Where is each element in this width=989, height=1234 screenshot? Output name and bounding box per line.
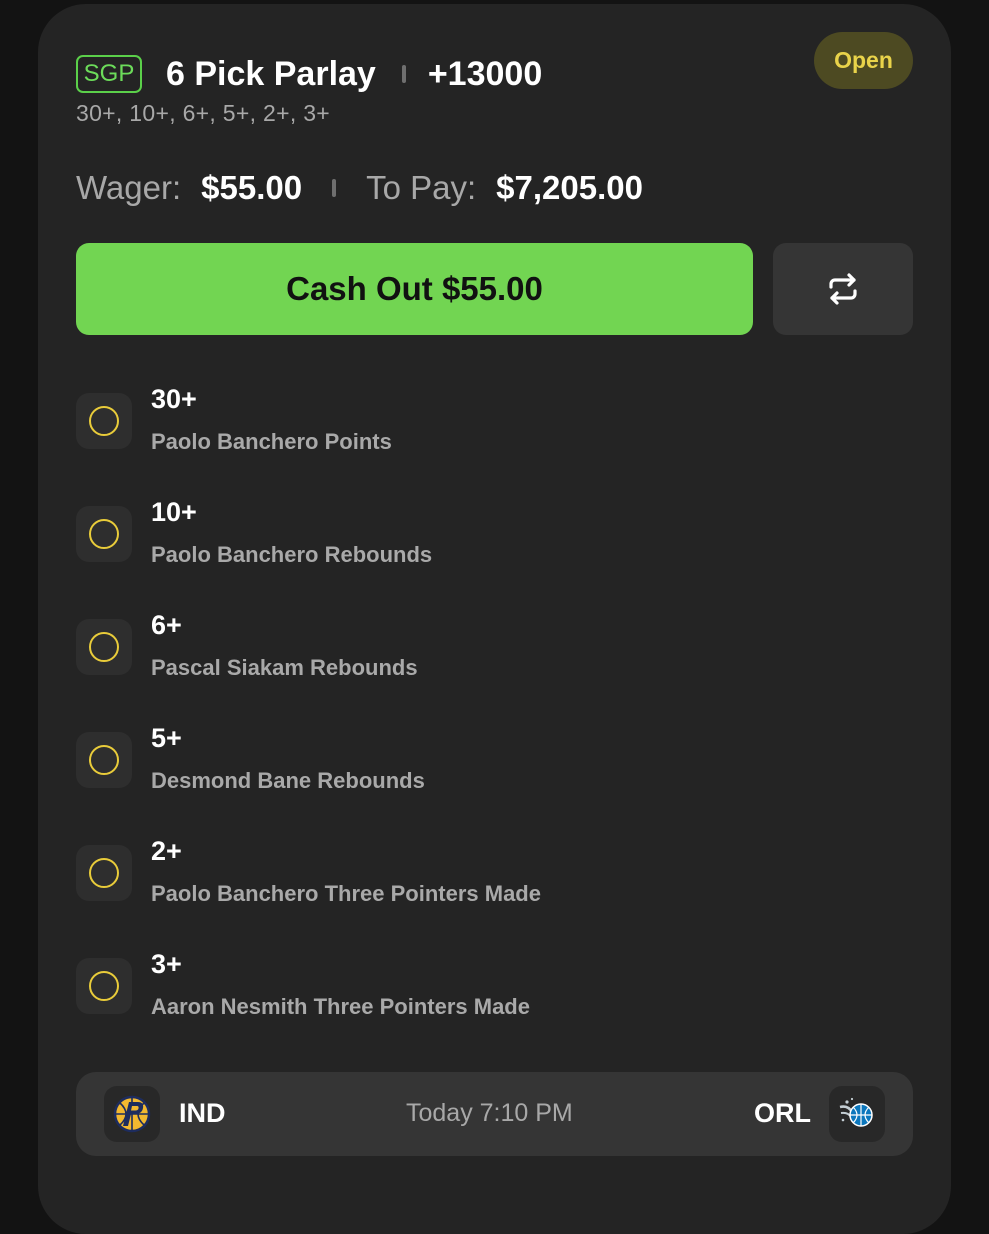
leg-description: Paolo Banchero Points <box>151 429 392 454</box>
leg-line: 2+ <box>151 836 182 866</box>
pending-circle-icon <box>89 858 119 888</box>
bet-odds: +13000 <box>427 54 543 93</box>
wager-label: Wager: <box>76 169 182 206</box>
leg-status <box>76 845 132 901</box>
repeat-bet-button[interactable] <box>773 243 913 335</box>
bet-header: SGP 6 Pick Parlay +13000 <box>76 51 542 97</box>
to-pay-label: To Pay: <box>366 169 477 206</box>
leg-item[interactable]: 30+ Paolo Banchero Points <box>76 384 876 454</box>
leg-item[interactable]: 6+ Pascal Siakam Rebounds <box>76 610 876 680</box>
leg-description: Pascal Siakam Rebounds <box>151 655 418 680</box>
leg-item[interactable]: 5+ Desmond Bane Rebounds <box>76 723 876 793</box>
pending-circle-icon <box>89 745 119 775</box>
leg-line: 10+ <box>151 497 197 527</box>
pending-circle-icon <box>89 971 119 1001</box>
home-team-abbr: IND <box>179 1098 226 1128</box>
status-badge: Open <box>814 32 913 89</box>
repeat-icon <box>829 273 857 305</box>
money-row: Wager: $55.00 To Pay: $7,205.00 <box>76 166 643 210</box>
leg-line: 6+ <box>151 610 182 640</box>
pacers-logo <box>104 1086 160 1142</box>
leg-status <box>76 506 132 562</box>
magic-logo-icon <box>839 1097 873 1127</box>
leg-status <box>76 619 132 675</box>
leg-status <box>76 732 132 788</box>
bet-title: 6 Pick Parlay <box>166 54 376 93</box>
leg-status <box>76 393 132 449</box>
legs-summary: 30+, 10+, 6+, 5+, 2+, 3+ <box>76 100 331 126</box>
game-time: Today 7:10 PM <box>406 1099 573 1127</box>
bet-card: SGP 6 Pick Parlay +13000 30+, 10+, 6+, 5… <box>38 4 951 1234</box>
leg-description: Paolo Banchero Three Pointers Made <box>151 881 541 906</box>
divider <box>401 65 406 83</box>
game-info-bar[interactable]: IND Today 7:10 PM ORL <box>76 1072 913 1156</box>
cash-out-button[interactable]: Cash Out $55.00 <box>76 243 753 335</box>
leg-line: 3+ <box>151 949 182 979</box>
leg-item[interactable]: 10+ Paolo Banchero Rebounds <box>76 497 876 567</box>
leg-item[interactable]: 3+ Aaron Nesmith Three Pointers Made <box>76 949 876 1019</box>
pacers-logo-icon <box>113 1095 151 1133</box>
divider <box>332 179 337 197</box>
sgp-badge: SGP <box>76 55 142 93</box>
to-pay-value: $7,205.00 <box>496 169 643 206</box>
leg-description: Aaron Nesmith Three Pointers Made <box>151 994 530 1019</box>
leg-line: 30+ <box>151 384 197 414</box>
away-team-abbr: ORL <box>754 1098 811 1128</box>
wager-value: $55.00 <box>201 169 303 206</box>
leg-description: Paolo Banchero Rebounds <box>151 542 433 567</box>
leg-status <box>76 958 132 1014</box>
pending-circle-icon <box>89 519 119 549</box>
leg-line: 5+ <box>151 723 182 753</box>
magic-logo <box>829 1086 885 1142</box>
leg-item[interactable]: 2+ Paolo Banchero Three Pointers Made <box>76 836 876 906</box>
pending-circle-icon <box>89 632 119 662</box>
leg-description: Desmond Bane Rebounds <box>151 768 425 793</box>
pending-circle-icon <box>89 406 119 436</box>
